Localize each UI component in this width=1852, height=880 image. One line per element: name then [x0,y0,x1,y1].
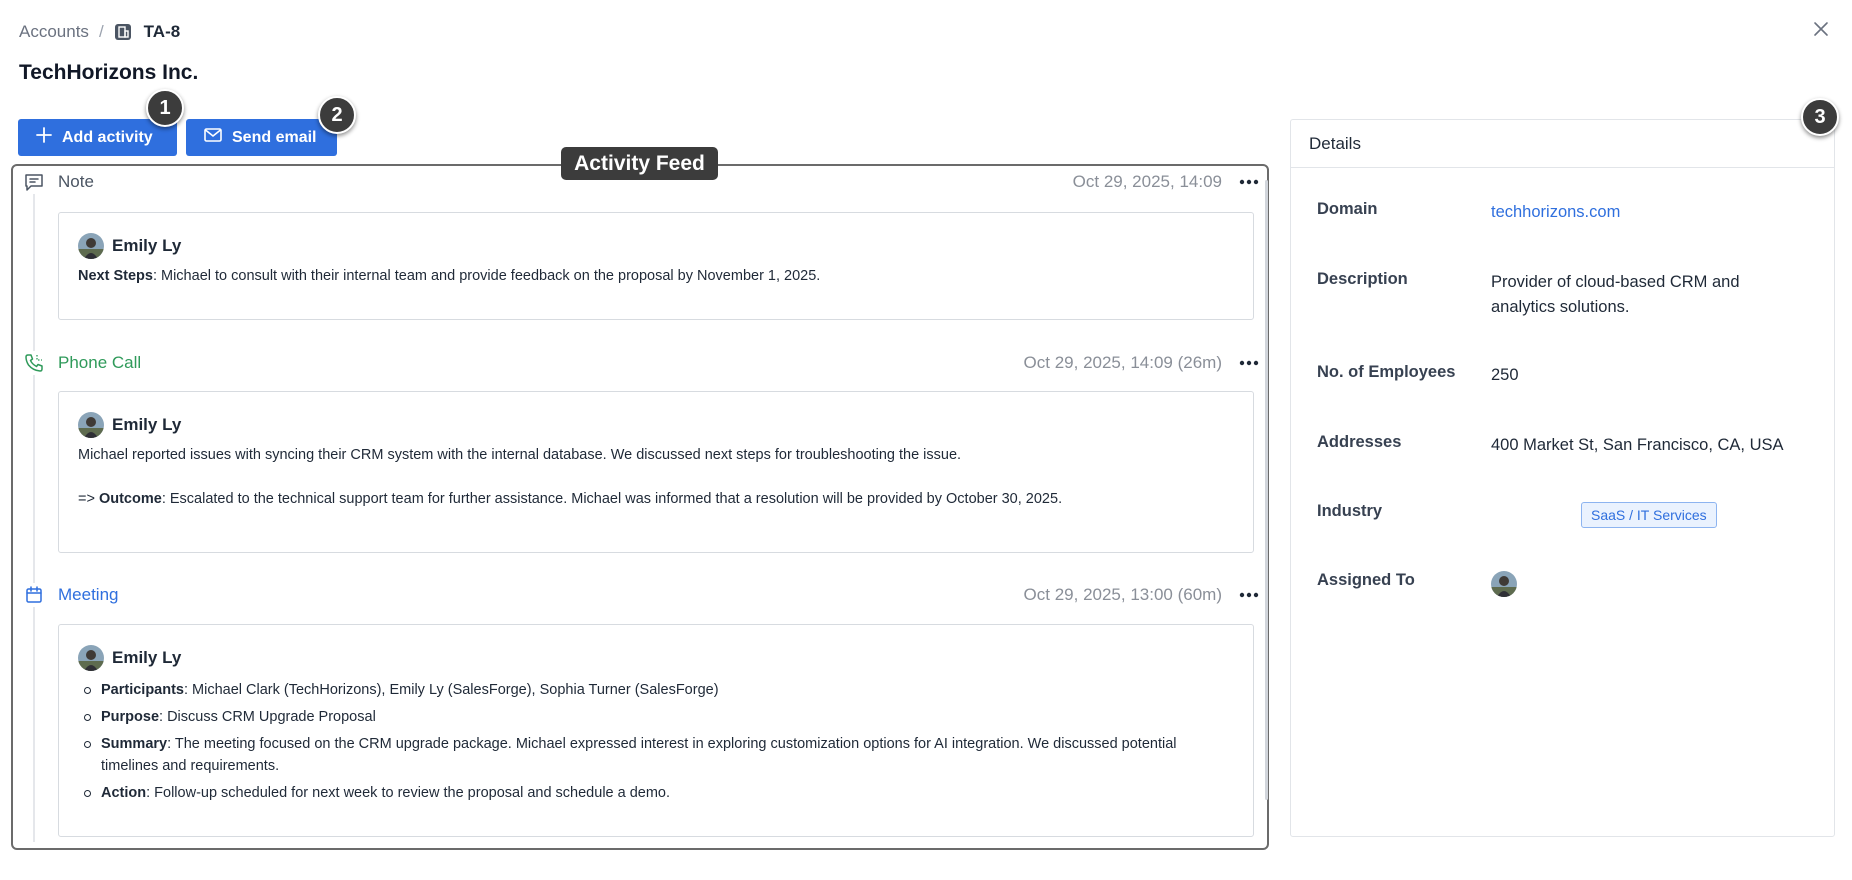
activity-card-note: Emily Ly Next Steps: Michael to consult … [58,212,1254,320]
domain-link[interactable]: techhorizons.com [1491,203,1620,221]
detail-row-addresses: Addresses 400 Market St, San Francisco, … [1317,433,1817,458]
label: Action [101,785,147,801]
more-icon[interactable] [1236,585,1262,605]
note-text: Next Steps: Michael to consult with thei… [78,265,1234,287]
activity-header-meeting: Meeting Oct 29, 2025, 13:00 (60m) [22,581,1262,609]
label: Participants [101,682,184,698]
activity-card-call: Emily Ly Michael reported issues with sy… [58,391,1254,553]
label: Next Steps [78,268,153,284]
breadcrumb-accounts-link[interactable]: Accounts [19,22,89,42]
avatar [78,412,104,438]
calendar-icon [22,583,46,607]
breadcrumb: Accounts / TA-8 [19,22,180,42]
activity-type: Phone Call [58,353,142,372]
activity-type: Note [58,172,94,191]
author-name: Emily Ly [112,648,182,667]
phone-call-icon [22,351,46,375]
more-icon[interactable] [1236,172,1262,192]
text: : Follow-up scheduled for next week to r… [146,785,671,801]
text: : Michael Clark (TechHorizons), Emily Ly… [184,682,719,698]
list-item: Action: Follow-up scheduled for next wee… [78,782,1234,804]
mail-icon [204,128,222,147]
page-title: TechHorizons Inc. [19,61,199,84]
industry-tag: SaaS / IT Services [1581,502,1717,528]
author-name: Emily Ly [112,415,182,434]
list-item: Purpose: Discuss CRM Upgrade Proposal [78,706,1234,728]
activity-type: Meeting [58,585,119,604]
detail-label: Domain [1317,200,1378,218]
feed-scrollbar[interactable] [1265,180,1268,800]
outcome-prefix: => [78,491,99,507]
call-summary: Michael reported issues with syncing the… [78,447,962,463]
outcome-label: Outcome [98,491,162,507]
detail-row-industry: Industry SaaS / IT Services [1317,502,1817,528]
detail-value: 400 Market St, San Francisco, CA, USA [1491,436,1784,454]
activity-card-meeting: Emily Ly Participants: Michael Clark (Te… [58,624,1254,837]
avatar [78,233,104,259]
meeting-details-list: Participants: Michael Clark (TechHorizon… [78,679,1234,804]
avatar[interactable] [1491,571,1517,597]
details-title: Details [1291,120,1834,168]
record-icon [114,23,132,41]
details-panel: Details Domain techhorizons.com Descript… [1290,119,1835,837]
detail-label: Assigned To [1317,571,1415,589]
list-item: Summary: The meeting focused on the CRM … [78,733,1234,777]
detail-row-domain: Domain techhorizons.com [1317,200,1817,225]
detail-row-employees: No. of Employees 250 [1317,363,1817,388]
add-activity-label: Add activity [62,128,153,146]
detail-row-description: Description Provider of cloud-based CRM … [1317,270,1817,320]
avatar [78,645,104,671]
timeline-line [33,192,35,842]
activity-author: Emily Ly [78,645,1234,671]
label: Purpose [101,709,160,725]
detail-row-assigned: Assigned To [1317,571,1817,605]
activity-author: Emily Ly [78,412,1234,438]
text: : Michael to consult with their internal… [152,268,821,284]
detail-label: Addresses [1317,433,1402,451]
more-icon[interactable] [1236,353,1262,373]
list-item: Participants: Michael Clark (TechHorizon… [78,679,1234,701]
detail-value: Provider of cloud-based CRM and analytic… [1491,273,1740,316]
breadcrumb-separator: / [98,22,104,41]
activity-header-call: Phone Call Oct 29, 2025, 14:09 (26m) [22,349,1262,377]
outcome-text: : Escalated to the technical support tea… [161,491,1063,507]
add-activity-button[interactable]: Add activity [18,119,177,156]
activity-timestamp: Oct 29, 2025, 13:00 (60m) [1023,585,1222,604]
call-outcome: => Outcome: Escalated to the technical s… [78,488,1234,510]
note-icon [22,170,46,194]
activity-timestamp: Oct 29, 2025, 14:09 [1072,172,1222,191]
detail-label: No. of Employees [1317,363,1456,381]
annotation-badge-1: 1 [146,89,184,127]
send-email-label: Send email [232,128,317,146]
plus-icon [36,127,52,148]
send-email-button[interactable]: Send email [186,119,337,156]
close-icon[interactable] [1810,18,1832,40]
author-name: Emily Ly [112,236,182,255]
detail-label: Description [1317,270,1408,288]
activity-timestamp: Oct 29, 2025, 14:09 (26m) [1023,353,1222,372]
text: : The meeting focused on the CRM upgrade… [101,736,1177,774]
activity-feed-label: Activity Feed [561,147,718,180]
annotation-badge-3: 3 [1801,98,1839,136]
breadcrumb-record-id: TA-8 [143,22,181,41]
text: : Discuss CRM Upgrade Proposal [159,709,376,725]
label: Summary [101,736,168,752]
detail-label: Industry [1317,502,1383,520]
annotation-badge-2: 2 [318,96,356,134]
detail-value: 250 [1491,366,1519,384]
activity-author: Emily Ly [78,233,1234,259]
